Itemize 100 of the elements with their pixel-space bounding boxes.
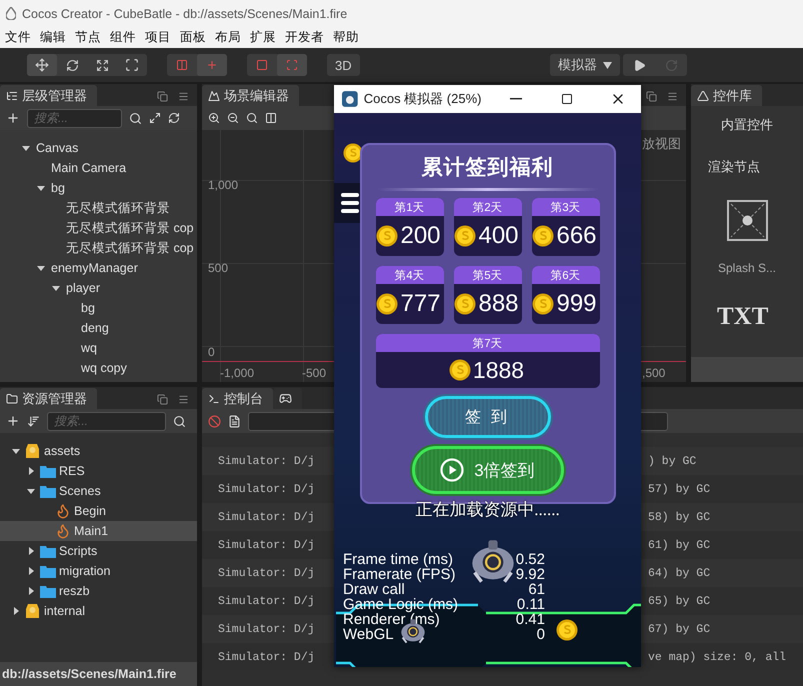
menu-item[interactable]: 组件 [107, 29, 139, 46]
node-label[interactable]: wq copy [81, 361, 127, 375]
flame-icon [54, 503, 70, 519]
expanded-arrow-icon[interactable] [37, 184, 45, 192]
node-label[interactable]: enemyManager [51, 261, 138, 275]
app-icon [342, 91, 358, 107]
rect-icon [125, 58, 139, 72]
expanded-arrow-icon[interactable] [37, 264, 45, 272]
menu-item[interactable]: 布局 [212, 29, 244, 46]
sprite-placeholder-icon[interactable] [726, 200, 768, 241]
collapsed-arrow-icon[interactable] [27, 567, 35, 575]
log-text: Simulator: D/j [218, 454, 316, 468]
terminal-icon [208, 392, 220, 404]
search-field[interactable]: 搜索... [47, 412, 166, 430]
reward-amount: 1888 [472, 356, 524, 384]
float-panel-icon[interactable] [646, 91, 657, 102]
panel-tab[interactable]: 场景编辑器 [202, 85, 299, 106]
menu-item[interactable]: 节点 [72, 29, 104, 46]
panel-tab[interactable]: 资源管理器 [0, 388, 97, 409]
asset-row[interactable]: reszb [0, 581, 197, 601]
panel-tab[interactable]: 控制台 [202, 388, 273, 409]
caret-icon [603, 62, 612, 68]
menu-item[interactable]: 文件 [2, 29, 34, 46]
asset-row[interactable]: migration [0, 561, 197, 581]
stat-value: 0 [536, 627, 545, 642]
node-label[interactable]: deng [81, 321, 109, 335]
menu-item[interactable]: 面板 [177, 29, 209, 46]
node-label[interactable]: 无尽模式循环背景 cop [66, 240, 194, 256]
expanded-arrow-icon[interactable] [12, 447, 20, 455]
axis-label: 1,000 [208, 178, 238, 192]
triple-sign-in-button[interactable]: 3倍签到 [412, 446, 564, 494]
move-icon [35, 58, 49, 72]
axis-label: 500 [208, 261, 228, 275]
axis-label: ,500 [642, 366, 666, 380]
folder-icon [6, 392, 18, 404]
asset-row[interactable]: Main1 [0, 521, 197, 541]
search-icon[interactable] [129, 112, 142, 124]
node-label[interactable]: Canvas [36, 141, 78, 155]
clear-icon[interactable] [208, 414, 221, 428]
panel-tab[interactable] [273, 388, 302, 409]
day-label: 第7天 [376, 334, 600, 352]
node-label[interactable]: Main Camera [51, 161, 126, 175]
asset-row[interactable]: assets [0, 441, 197, 461]
log-text: Simulator: D/j [218, 566, 316, 580]
menu-item[interactable]: 扩展 [247, 29, 279, 46]
asset-row[interactable]: RES [0, 461, 197, 481]
file-icon[interactable] [228, 414, 241, 428]
float-panel-icon[interactable] [157, 91, 168, 102]
stat-label: WebGL [343, 627, 394, 642]
collapsed-arrow-icon[interactable] [27, 587, 35, 595]
zoom-in-icon[interactable] [208, 112, 220, 124]
menu-item[interactable]: 项目 [142, 29, 174, 46]
add-icon[interactable] [6, 111, 20, 125]
collapsed-arrow-icon[interactable] [27, 547, 35, 555]
coin-icon [532, 225, 554, 247]
node-label[interactable]: player [66, 281, 100, 295]
view-mode-button[interactable]: 3D [327, 54, 360, 76]
coin-icon [448, 359, 471, 381]
day-label: 第3天 [532, 198, 600, 216]
panel-tab[interactable]: 层级管理器 [0, 85, 97, 106]
menu-icon[interactable] [334, 183, 360, 223]
refresh-icon[interactable] [168, 112, 180, 124]
reward-amount: 777 [400, 290, 441, 318]
reward-amount: 666 [556, 222, 597, 250]
menu-item[interactable]: 编辑 [37, 29, 69, 46]
menu-item[interactable]: 帮助 [330, 29, 362, 46]
asset-row[interactable]: Begin [0, 501, 197, 521]
search-field[interactable]: 搜索... [27, 108, 122, 128]
add-icon[interactable] [6, 414, 20, 428]
axis-label: -500 [302, 366, 326, 380]
node-label[interactable]: 无尽模式循环背景 cop [66, 220, 194, 236]
label-control-icon[interactable]: TXT [717, 303, 803, 331]
zoom-out-icon[interactable] [227, 112, 239, 124]
coin-icon [454, 225, 476, 247]
expanded-arrow-icon[interactable] [27, 487, 35, 495]
node-label[interactable]: 无尽模式循环背景 [66, 200, 170, 216]
expanded-arrow-icon[interactable] [22, 144, 30, 152]
node-label[interactable]: wq [81, 341, 97, 355]
group-title: 渲染节点 [708, 158, 761, 176]
asset-row[interactable]: Scenes [0, 481, 197, 501]
node-label[interactable]: bg [51, 181, 65, 195]
collapsed-arrow-icon[interactable] [12, 607, 20, 615]
log-text: Simulator: D/j [218, 650, 316, 664]
asset-row[interactable]: Scripts [0, 541, 197, 561]
search-icon[interactable] [173, 414, 186, 428]
float-panel-icon[interactable] [157, 394, 168, 405]
menu-item[interactable]: 开发者 [282, 29, 327, 46]
zoom-reset-icon[interactable] [246, 112, 258, 124]
preview-target-dropdown[interactable]: 模拟器 [550, 54, 620, 76]
align-icon[interactable] [265, 112, 277, 124]
sort-icon[interactable] [27, 414, 40, 428]
sign-in-button[interactable]: 签 到 [424, 396, 550, 438]
asset-row[interactable]: internal [0, 601, 197, 621]
expand-icon[interactable] [149, 112, 161, 124]
collapsed-arrow-icon[interactable] [27, 467, 35, 475]
node-label[interactable]: bg [81, 301, 95, 315]
move-tool[interactable] [27, 54, 57, 76]
expanded-arrow-icon[interactable] [52, 284, 60, 292]
panel-tab[interactable]: 控件库 [691, 85, 762, 106]
day-label: 第5天 [454, 266, 522, 284]
